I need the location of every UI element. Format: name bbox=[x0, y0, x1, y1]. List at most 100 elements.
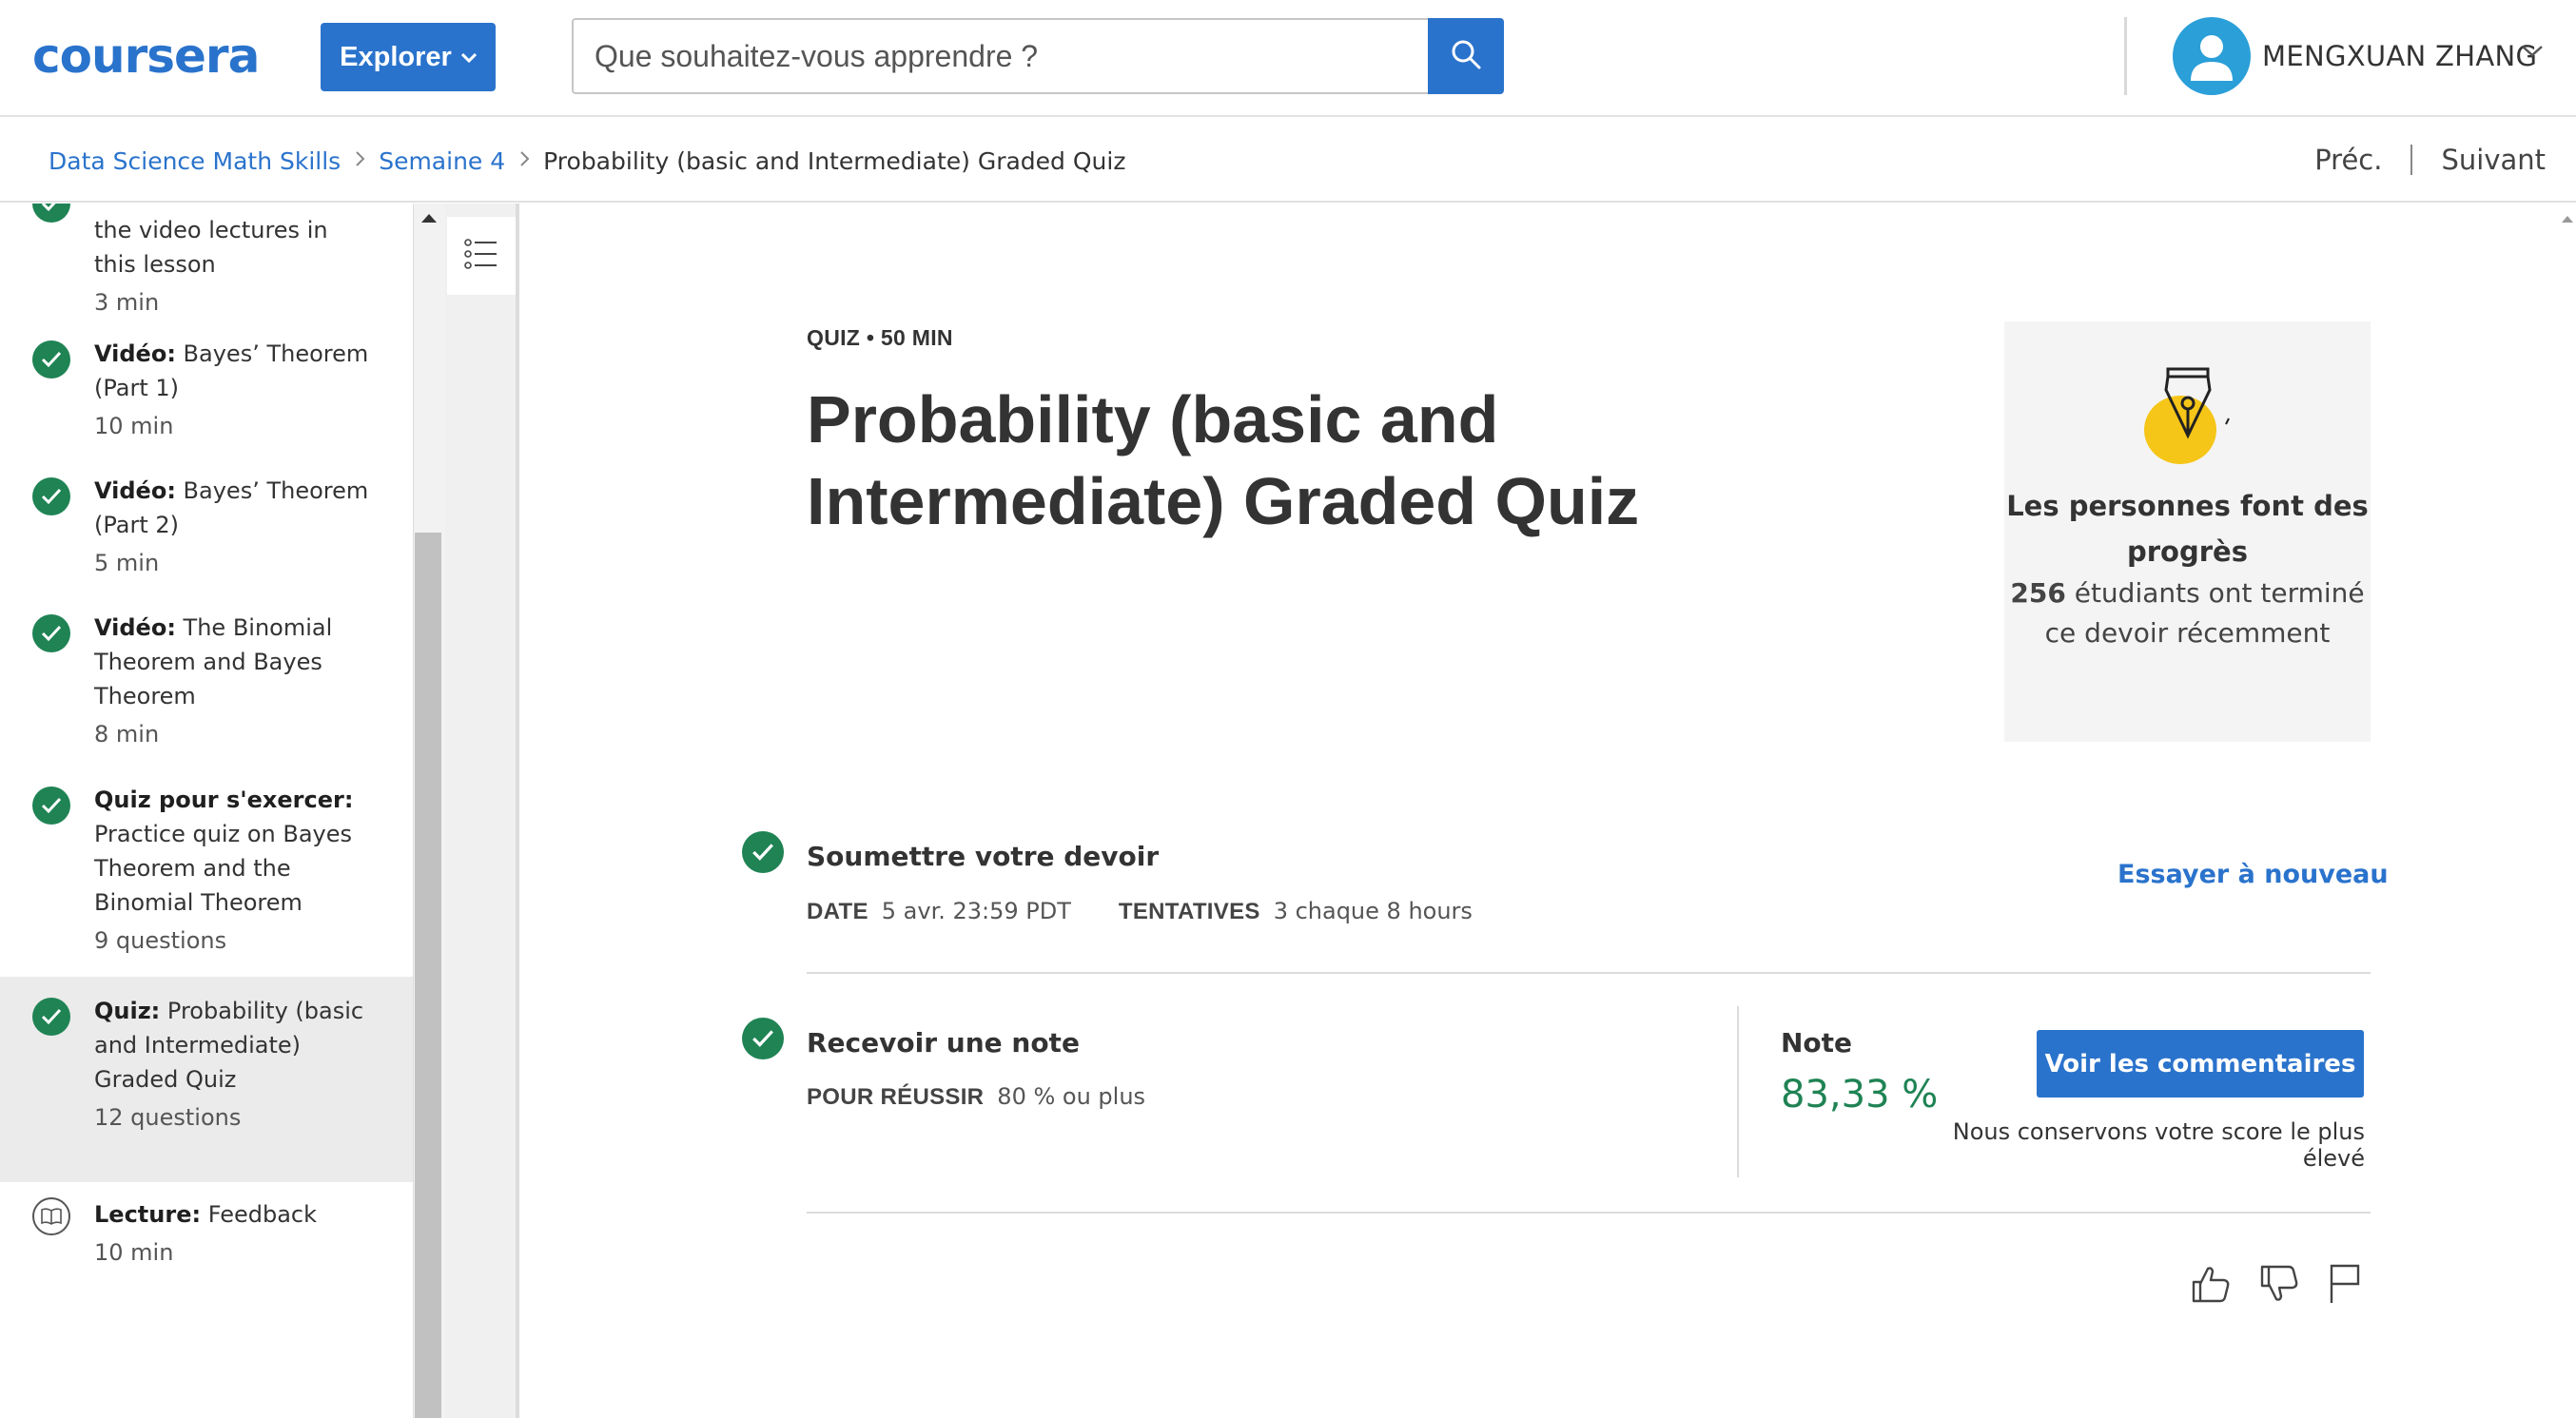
explore-label: Explorer bbox=[340, 41, 452, 72]
pen-icon bbox=[2137, 361, 2242, 470]
prev-next-nav: Préc. Suivant bbox=[2314, 144, 2546, 176]
book-icon bbox=[32, 1197, 70, 1235]
top-header: coursera Explorer MENGXUAN ZHANG bbox=[0, 0, 2576, 117]
check-icon bbox=[32, 477, 70, 515]
check-icon bbox=[32, 614, 70, 652]
chevron-right-icon bbox=[518, 149, 530, 173]
sidebar-item[interactable]: Vidéo: Bayes’ Theorem (Part 1) 10 min bbox=[0, 337, 413, 474]
check-icon bbox=[32, 204, 70, 223]
quiz-meta: QUIZ • 50 MIN bbox=[807, 325, 953, 350]
progress-text-body: étudiants ont terminé ce devoir récemmen… bbox=[2044, 577, 2365, 649]
user-name[interactable]: MENGXUAN ZHANG bbox=[2262, 40, 2537, 72]
sidebar-item-text: Lecture: Feedback 10 min bbox=[94, 1197, 370, 1270]
sidebar-item[interactable]: Vidéo: Bayes’ Theorem (Part 2) 5 min bbox=[0, 474, 413, 611]
outline-rail bbox=[445, 204, 519, 1418]
check-icon bbox=[742, 831, 784, 873]
sidebar-item-active[interactable]: Quiz: Probability (basic and Intermediat… bbox=[0, 977, 413, 1182]
submit-details: DATE 5 avr. 23:59 PDT TENTATIVES 3 chaqu… bbox=[807, 898, 1473, 925]
scroll-up-arrow-icon[interactable] bbox=[420, 211, 438, 228]
search-field[interactable] bbox=[572, 18, 1430, 94]
attempts-label: TENTATIVES bbox=[1118, 899, 1260, 924]
date-label: DATE bbox=[807, 899, 868, 924]
sidebar-item-meta: 3 min bbox=[94, 289, 160, 316]
sidebar-item-title: Feedback bbox=[201, 1201, 317, 1228]
flag-icon[interactable] bbox=[2327, 1263, 2365, 1310]
sidebar-item-type: Quiz: bbox=[94, 998, 161, 1024]
sidebar-item-text: Quiz: Probability (basic and Intermediat… bbox=[94, 994, 370, 1135]
chevron-down-icon bbox=[460, 48, 477, 68]
keep-highest-note: Nous conservons votre score le plus élev… bbox=[1952, 1118, 2365, 1172]
view-feedback-button[interactable]: Voir les commentaires bbox=[2037, 1030, 2364, 1097]
sidebar-item-type: Vidéo: bbox=[94, 340, 176, 367]
thumbs-up-icon[interactable] bbox=[2190, 1263, 2232, 1310]
sidebar-item-type: Quiz pour s'exercer: bbox=[94, 787, 354, 813]
sidebar-item-title: Practice quiz on Bayes Theorem and the B… bbox=[94, 821, 352, 916]
sidebar-item-type: Vidéo: bbox=[94, 477, 176, 504]
sidebar-item-meta: 10 min bbox=[94, 1239, 174, 1266]
date-value: 5 avr. 23:59 PDT bbox=[881, 898, 1071, 924]
sidebar-item-meta: 10 min bbox=[94, 413, 174, 439]
check-icon bbox=[32, 787, 70, 825]
sidebar-item-text: Vidéo: Bayes’ Theorem (Part 2) 5 min bbox=[94, 474, 370, 580]
search-button[interactable] bbox=[1428, 18, 1504, 94]
breadcrumb: Data Science Math Skills Semaine 4 Proba… bbox=[49, 147, 1125, 175]
sidebar-item-text: Vidéo: Bayes’ Theorem (Part 1) 10 min bbox=[94, 337, 370, 443]
progress-count: 256 bbox=[2010, 577, 2066, 609]
prev-link[interactable]: Préc. bbox=[2314, 144, 2382, 176]
sidebar-item-type: Lecture: bbox=[94, 1201, 202, 1228]
thumbs-down-icon[interactable] bbox=[2258, 1263, 2300, 1310]
pass-value: 80 % ou plus bbox=[997, 1083, 1146, 1110]
breadcrumb-course-link[interactable]: Data Science Math Skills bbox=[49, 147, 341, 175]
chevron-down-icon[interactable] bbox=[2521, 44, 2544, 64]
page-title: Probability (basic and Intermediate) Gra… bbox=[807, 382, 1640, 538]
avatar[interactable] bbox=[2173, 17, 2251, 95]
toggle-outline-button[interactable] bbox=[447, 217, 516, 295]
sidebar-scrollbar-thumb[interactable] bbox=[415, 533, 441, 1418]
coursera-logo[interactable]: coursera bbox=[32, 29, 260, 84]
sidebar-item-meta: 8 min bbox=[94, 721, 160, 748]
sidebar-item-meta: 5 min bbox=[94, 550, 160, 576]
grade-label: Note bbox=[1781, 1027, 1853, 1059]
breadcrumb-bar: Data Science Math Skills Semaine 4 Proba… bbox=[0, 119, 2576, 203]
progress-text: 256 étudiants ont terminé ce devoir réce… bbox=[2004, 573, 2371, 653]
search-icon bbox=[1450, 38, 1482, 75]
sidebar-item[interactable]: Vidéo: The Binomial Theorem and Bayes Th… bbox=[0, 611, 413, 782]
check-icon bbox=[32, 998, 70, 1036]
check-icon bbox=[32, 340, 70, 379]
submit-title: Soumettre votre devoir bbox=[807, 841, 1160, 872]
sidebar-item-text: Vidéo: The Binomial Theorem and Bayes Th… bbox=[94, 611, 370, 751]
explore-button[interactable]: Explorer bbox=[321, 23, 496, 91]
vertical-divider bbox=[1737, 1006, 1739, 1177]
nav-divider bbox=[2410, 145, 2413, 175]
pass-label: POUR RÉUSSIR bbox=[807, 1084, 985, 1110]
breadcrumb-current: Probability (basic and Intermediate) Gra… bbox=[543, 147, 1126, 175]
check-icon bbox=[742, 1018, 784, 1059]
attempts-value: 3 chaque 8 hours bbox=[1273, 898, 1473, 924]
header-divider bbox=[2124, 17, 2127, 95]
sidebar-item[interactable]: the video lectures in this lesson 3 min bbox=[0, 204, 413, 318]
sidebar-item-type: Vidéo: bbox=[94, 614, 176, 641]
scroll-up-arrow-icon[interactable] bbox=[2561, 211, 2574, 228]
sidebar-item-meta: 9 questions bbox=[94, 927, 227, 954]
progress-heading: Les personnes font des progrès bbox=[2006, 490, 2369, 568]
chevron-right-icon bbox=[354, 149, 365, 173]
user-icon bbox=[2183, 26, 2240, 87]
sidebar-item[interactable]: Quiz pour s'exercer: Practice quiz on Ba… bbox=[0, 783, 413, 979]
divider bbox=[807, 1212, 2371, 1214]
breadcrumb-week-link[interactable]: Semaine 4 bbox=[379, 147, 505, 175]
divider bbox=[807, 972, 2371, 974]
search-input[interactable] bbox=[593, 37, 1411, 75]
pass-details: POUR RÉUSSIR 80 % ou plus bbox=[807, 1083, 1145, 1111]
course-outline-sidebar: the video lectures in this lesson 3 min … bbox=[0, 204, 413, 1418]
grade-value: 83,33 % bbox=[1781, 1073, 1939, 1117]
sidebar-item-meta: 12 questions bbox=[94, 1104, 242, 1131]
list-icon bbox=[464, 237, 498, 276]
retry-button[interactable]: Essayer à nouveau bbox=[2117, 860, 2389, 889]
sidebar-item-title: the video lectures in this lesson bbox=[94, 217, 328, 278]
progress-card: Les personnes font des progrès 256 étudi… bbox=[2004, 321, 2371, 742]
grade-title: Recevoir une note bbox=[807, 1027, 1080, 1059]
sidebar-item[interactable]: Lecture: Feedback 10 min bbox=[0, 1197, 413, 1302]
sidebar-item-text: Quiz pour s'exercer: Practice quiz on Ba… bbox=[94, 783, 370, 958]
sidebar-item-text: the video lectures in this lesson 3 min bbox=[94, 213, 370, 320]
next-link[interactable]: Suivant bbox=[2441, 144, 2546, 176]
